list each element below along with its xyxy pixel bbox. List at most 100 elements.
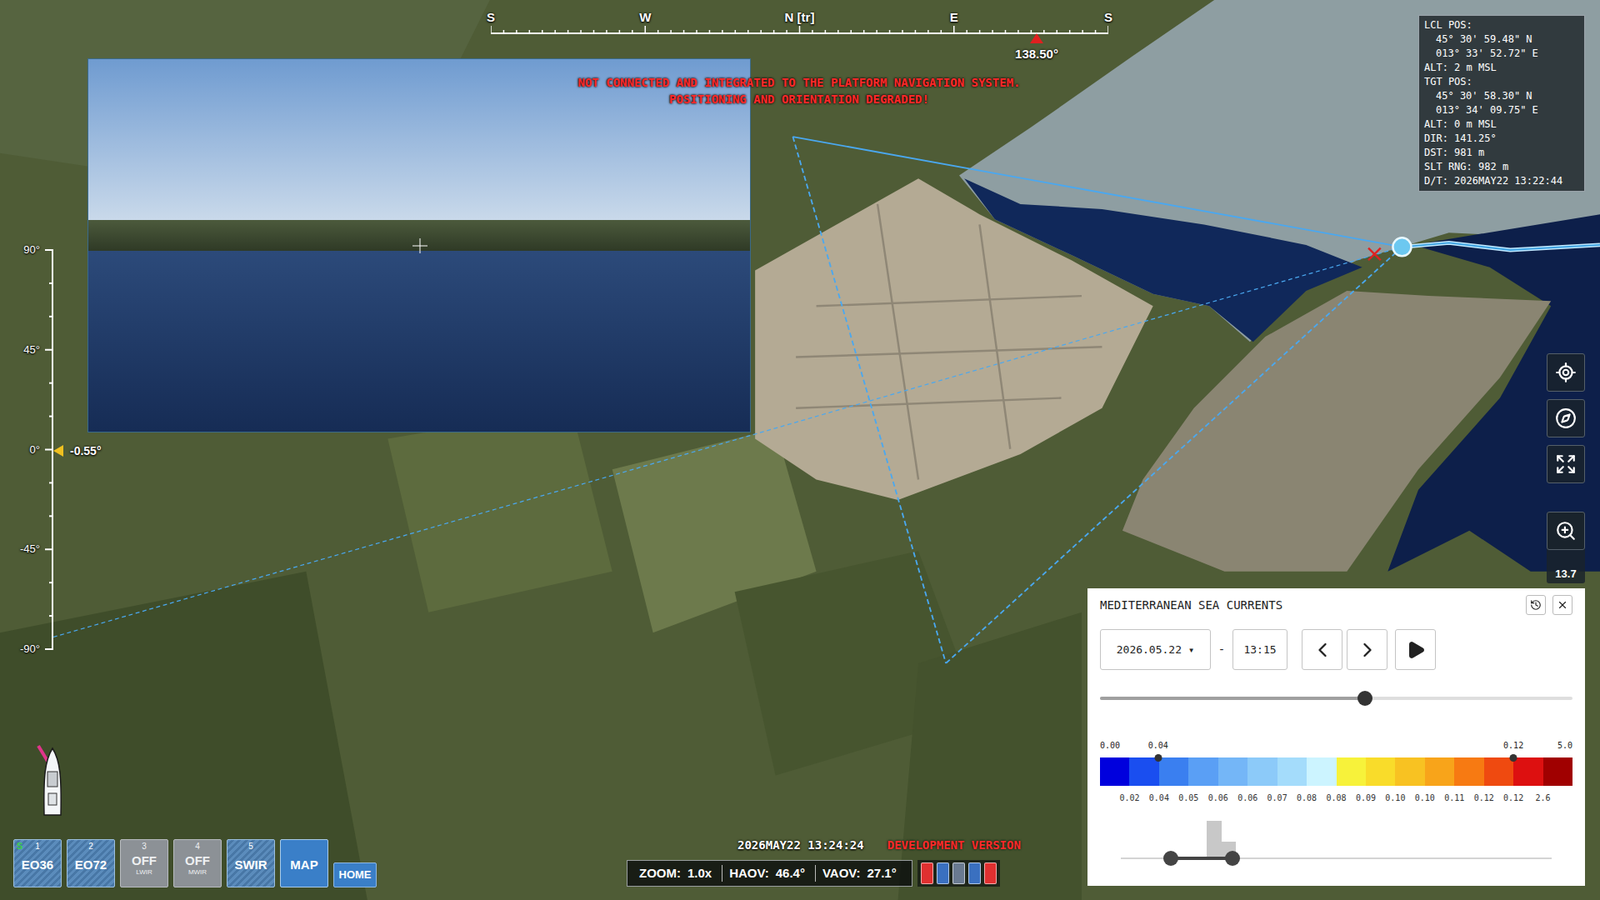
time-slider-thumb[interactable] [1357, 690, 1373, 706]
histogram-bar [1206, 820, 1221, 859]
info-line: 013° 34' 09.75" E [1424, 103, 1580, 118]
chevron-right-icon [1355, 638, 1380, 662]
platform-position-icon[interactable] [1392, 237, 1411, 256]
zoom-level-box: 13.7 [1546, 550, 1585, 584]
panel-header-actions [1525, 595, 1573, 615]
scale-boundary-label: 0.02 [1119, 792, 1140, 805]
sensor-sublabel: LWIR [135, 868, 152, 877]
scale-label-slot: 0.08 [1277, 792, 1307, 805]
compass-label: W [639, 9, 651, 26]
map-view-button[interactable]: MAP [280, 839, 329, 888]
pitch-label: -45° [1, 541, 40, 557]
range-high-thumb[interactable] [1225, 850, 1240, 866]
heading-marker-icon [1030, 33, 1044, 44]
home-button[interactable]: HOME [333, 862, 377, 888]
scale-label-slot: 0.07 [1247, 792, 1277, 805]
time-slider-fill [1100, 696, 1365, 700]
sensor-button[interactable]: S1EO36 [13, 839, 62, 888]
heading-reading: 138.50° [1015, 45, 1059, 63]
pitch-ticks-icon [45, 249, 54, 650]
time-range [1120, 810, 1552, 870]
status-meter [936, 862, 950, 885]
scale-cell [1277, 757, 1307, 786]
scale-label-slot: 0.12 [1454, 792, 1484, 805]
pitch-label: -90° [1, 641, 40, 657]
scale-high-label: 0.12 [1503, 740, 1524, 752]
scale-label-slot: 0.02 [1100, 792, 1130, 805]
scale-low-handle[interactable] [1154, 754, 1162, 762]
map-tool-group [1546, 353, 1585, 484]
scale-boundary-label: 0.06 [1208, 792, 1229, 805]
date-arrow: ▾ [1188, 642, 1195, 658]
sensor-number: 1 [35, 840, 40, 852]
sensor-button[interactable]: 4OFFMWIR [173, 839, 222, 888]
scale-cell [1395, 757, 1425, 786]
scale-boundary-label: 0.10 [1385, 792, 1405, 805]
status-label: VAOV: [822, 864, 861, 884]
scale-cell [1188, 757, 1218, 786]
locate-button[interactable] [1546, 353, 1585, 392]
history-icon [1530, 599, 1542, 611]
camera-feed[interactable] [87, 58, 751, 433]
history-button[interactable] [1525, 595, 1546, 615]
previous-button[interactable] [1301, 629, 1343, 670]
status-value: 1.0x [687, 864, 712, 884]
scale-label-slot [1543, 792, 1573, 805]
sensor-number: 4 [195, 840, 200, 852]
panel-header: MEDITERRANEAN SEA CURRENTS [1100, 588, 1573, 622]
sensor-button[interactable]: 2EO72 [66, 839, 115, 888]
status-meter [920, 862, 934, 885]
play-button[interactable] [1395, 629, 1436, 670]
range-low-thumb[interactable] [1163, 850, 1179, 866]
scale-high-handle[interactable] [1510, 754, 1518, 762]
compass-icon [1555, 407, 1577, 430]
scale-boundary-label: 0.12 [1474, 792, 1495, 805]
info-line: ALT: 0 m MSL [1424, 117, 1580, 132]
fullscreen-button[interactable] [1546, 445, 1585, 484]
clock-row: 2026MAY22 13:24:24DEVELOPMENT VERSION [737, 837, 1021, 853]
scale-boundary-label: 0.09 [1355, 792, 1376, 805]
status-bar: ZOOM:1.0xHAOV:46.4°VAOV:27.1° [626, 860, 1000, 887]
date-value: 2026.05.22 [1116, 641, 1182, 659]
sensor-label: MAP [290, 857, 318, 873]
status-meter [984, 862, 997, 885]
scale-boundary-label: 0.11 [1444, 792, 1465, 805]
scale-bottom-labels: 0.020.040.050.060.060.070.080.080.090.10… [1100, 792, 1573, 805]
scale-cell [1365, 757, 1395, 786]
zoom-level: 13.7 [1555, 567, 1576, 581]
scale-cell [1484, 757, 1514, 786]
scale-cell [1218, 757, 1248, 786]
scale-label-slot: 0.06 [1218, 792, 1248, 805]
scale-boundary-label: 0.07 [1267, 792, 1288, 805]
date-field[interactable]: 2026.05.22 ▾ [1100, 629, 1211, 670]
info-line: 45° 30' 59.48" N [1424, 32, 1580, 47]
status-meters [917, 860, 1000, 887]
compass-label: S [1104, 9, 1113, 26]
sensor-button[interactable]: 3OFFLWIR [120, 839, 169, 888]
compass-button[interactable] [1546, 399, 1585, 438]
next-button[interactable] [1346, 629, 1388, 670]
time-slider[interactable] [1100, 690, 1573, 707]
color-scale: 0.000.040.125.00.020.040.050.060.060.070… [1100, 740, 1573, 805]
scale-cell [1425, 757, 1455, 786]
zoom-button[interactable] [1546, 511, 1585, 550]
compass-label: S [486, 9, 495, 26]
info-line: ALT: 2 m MSL [1424, 60, 1580, 75]
scale-top-labels: 0.000.040.125.0 [1100, 740, 1573, 752]
info-line: LCL POS: [1424, 18, 1580, 33]
scale-label-slot: 2.6 [1513, 792, 1543, 805]
sensor-bar: S1EO362EO723OFFLWIR4OFFMWIR5SWIR MAP HOME [13, 839, 377, 888]
scale-cell [1247, 757, 1277, 786]
scale-boundary-label: 0.08 [1296, 792, 1317, 805]
sensor-button[interactable]: 5SWIR [226, 839, 275, 888]
scale-label-slot: 0.05 [1159, 792, 1189, 805]
info-line: TGT POS: [1424, 75, 1580, 90]
scale-label-slot: 0.08 [1306, 792, 1336, 805]
navigation-warning: NOT CONNECTED AND INTEGRATED TO THE PLAT… [499, 74, 1100, 108]
close-button[interactable] [1552, 595, 1573, 615]
status-value: 46.4° [775, 864, 805, 884]
info-line: 45° 30' 58.30" N [1424, 89, 1580, 104]
info-line: DIR: 141.25° [1424, 131, 1580, 146]
sea-currents-panel: MEDITERRANEAN SEA CURRENTS2026.05.22▾-13… [1087, 588, 1585, 886]
time-field[interactable]: 13:15 [1232, 629, 1288, 670]
